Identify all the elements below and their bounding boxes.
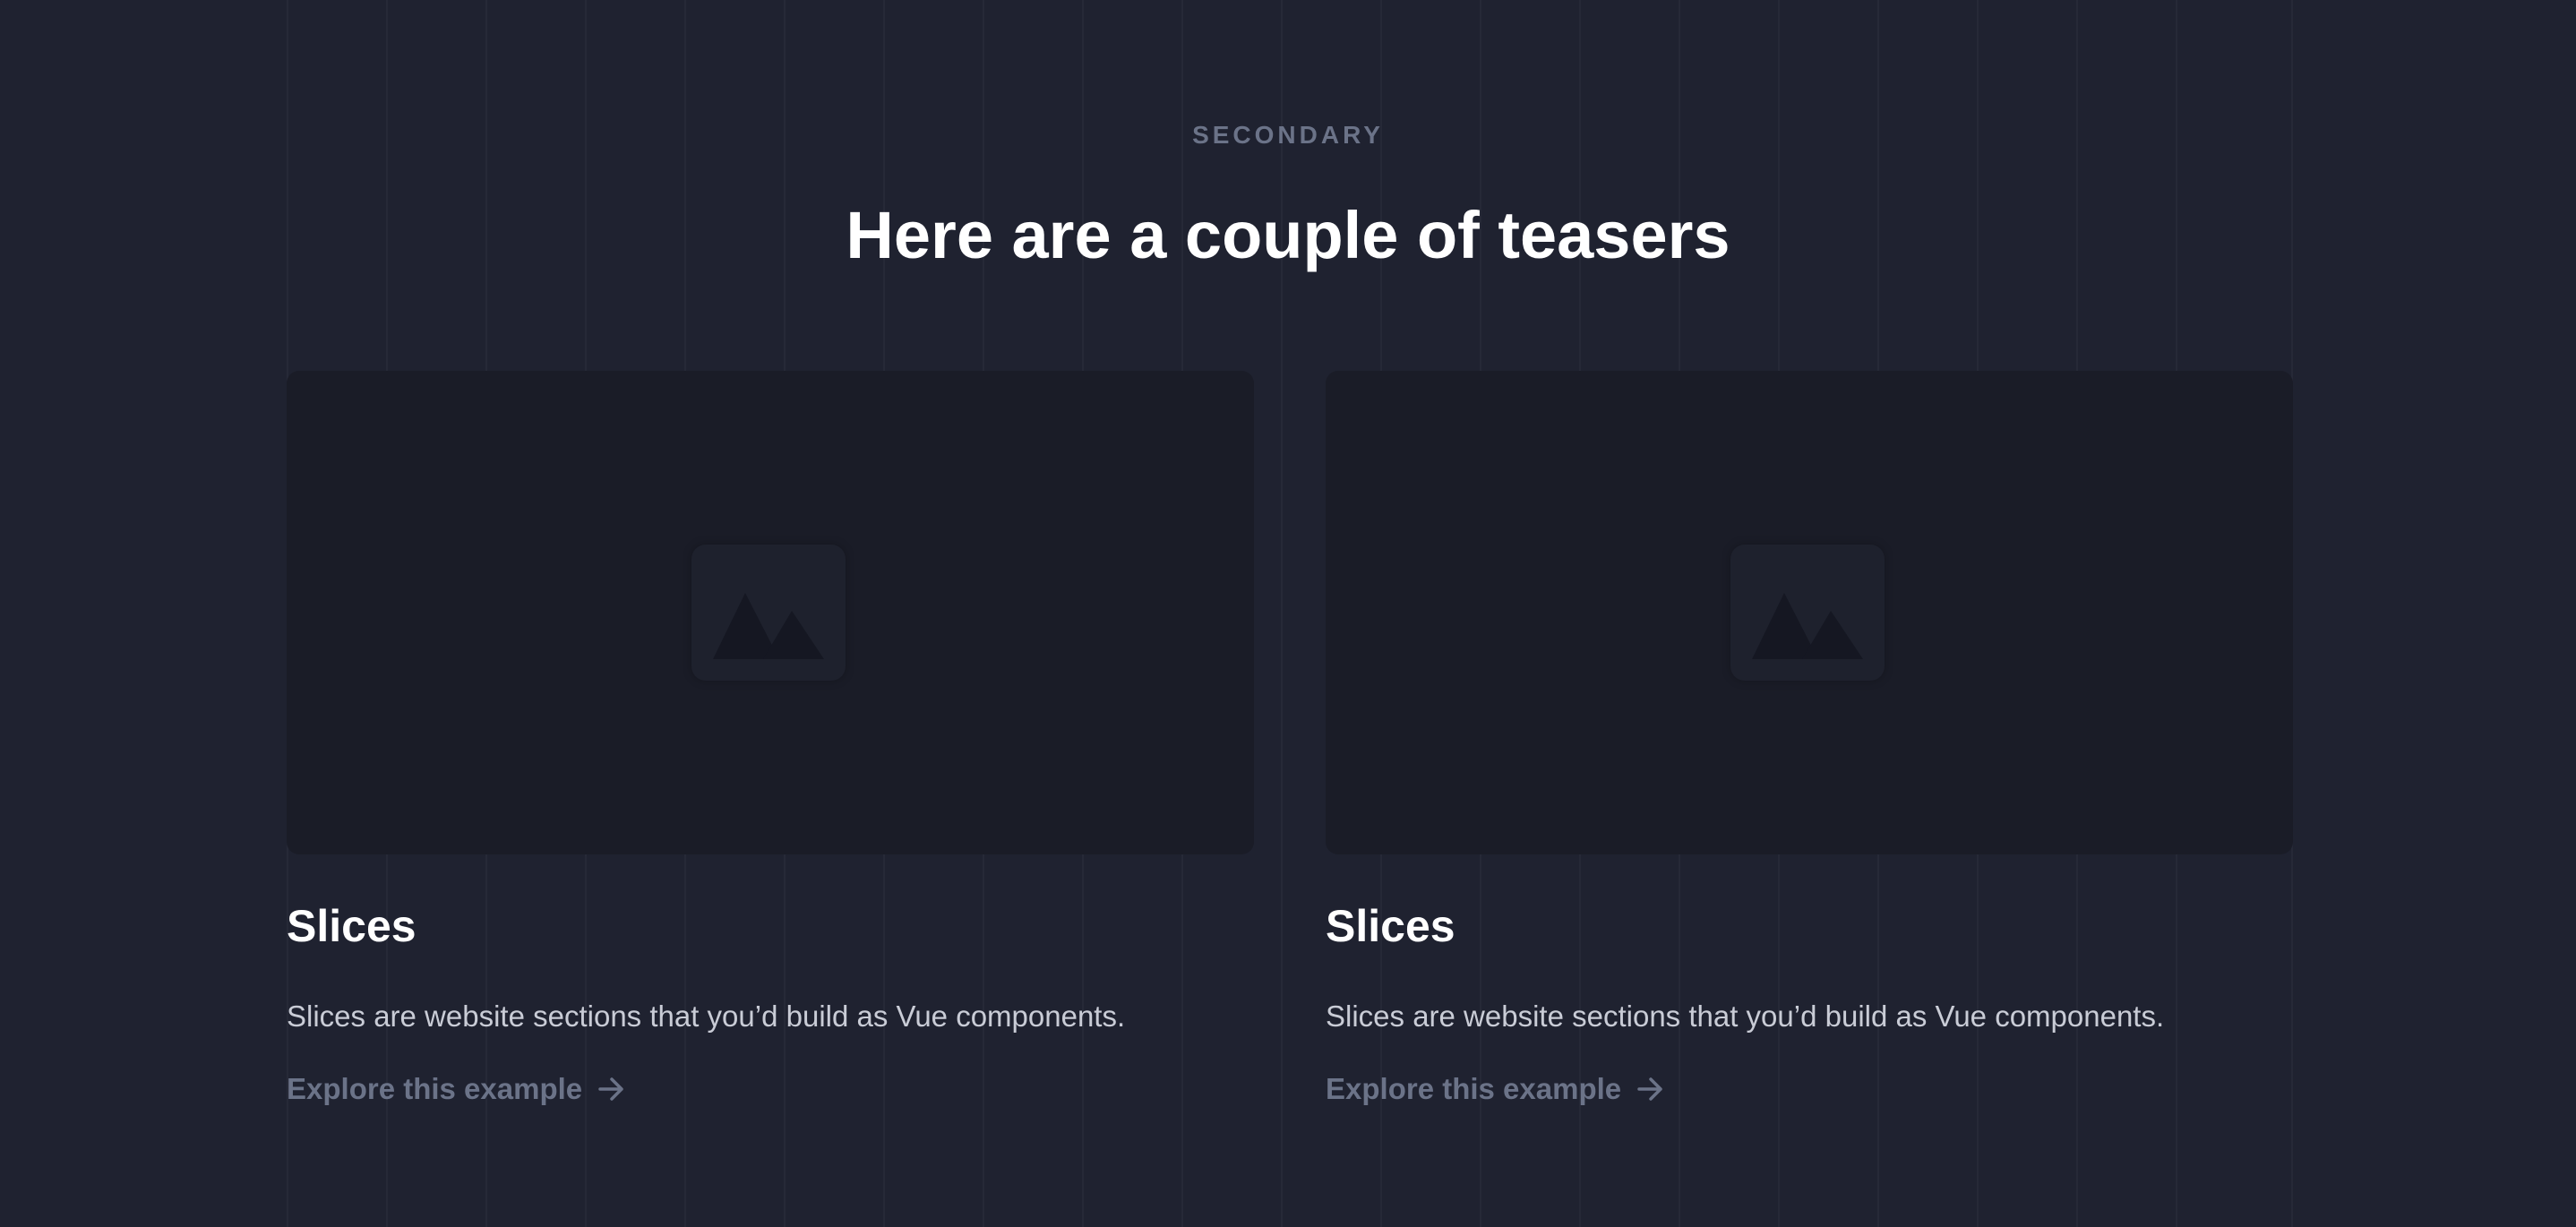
teasers-section: SECONDARY Here are a couple of teasers S… xyxy=(0,0,2576,1227)
explore-example-link[interactable]: Explore this example xyxy=(287,1070,625,1108)
arrow-right-icon xyxy=(1637,1077,1662,1101)
section-heading: Here are a couple of teasers xyxy=(846,198,1730,272)
explore-example-link[interactable]: Explore this example xyxy=(1326,1070,1664,1108)
arrow-right-icon xyxy=(598,1077,623,1101)
teaser-title: Slices xyxy=(1326,901,1455,951)
teaser-image xyxy=(287,371,1254,854)
image-placeholder-icon xyxy=(1730,545,1885,681)
teaser-title: Slices xyxy=(287,901,416,951)
section-eyebrow: SECONDARY xyxy=(1192,121,1384,149)
teaser-description: Slices are website sections that you’d b… xyxy=(1326,1000,2165,1033)
teaser-card: Slices Slices are website sections that … xyxy=(1326,371,2293,1105)
explore-example-label: Explore this example xyxy=(1326,1072,1622,1105)
image-placeholder-icon xyxy=(691,545,846,681)
explore-example-label: Explore this example xyxy=(287,1072,583,1105)
teaser-description: Slices are website sections that you’d b… xyxy=(287,1000,1126,1033)
teaser-card: Slices Slices are website sections that … xyxy=(287,371,1254,1105)
teaser-image xyxy=(1326,371,2293,854)
